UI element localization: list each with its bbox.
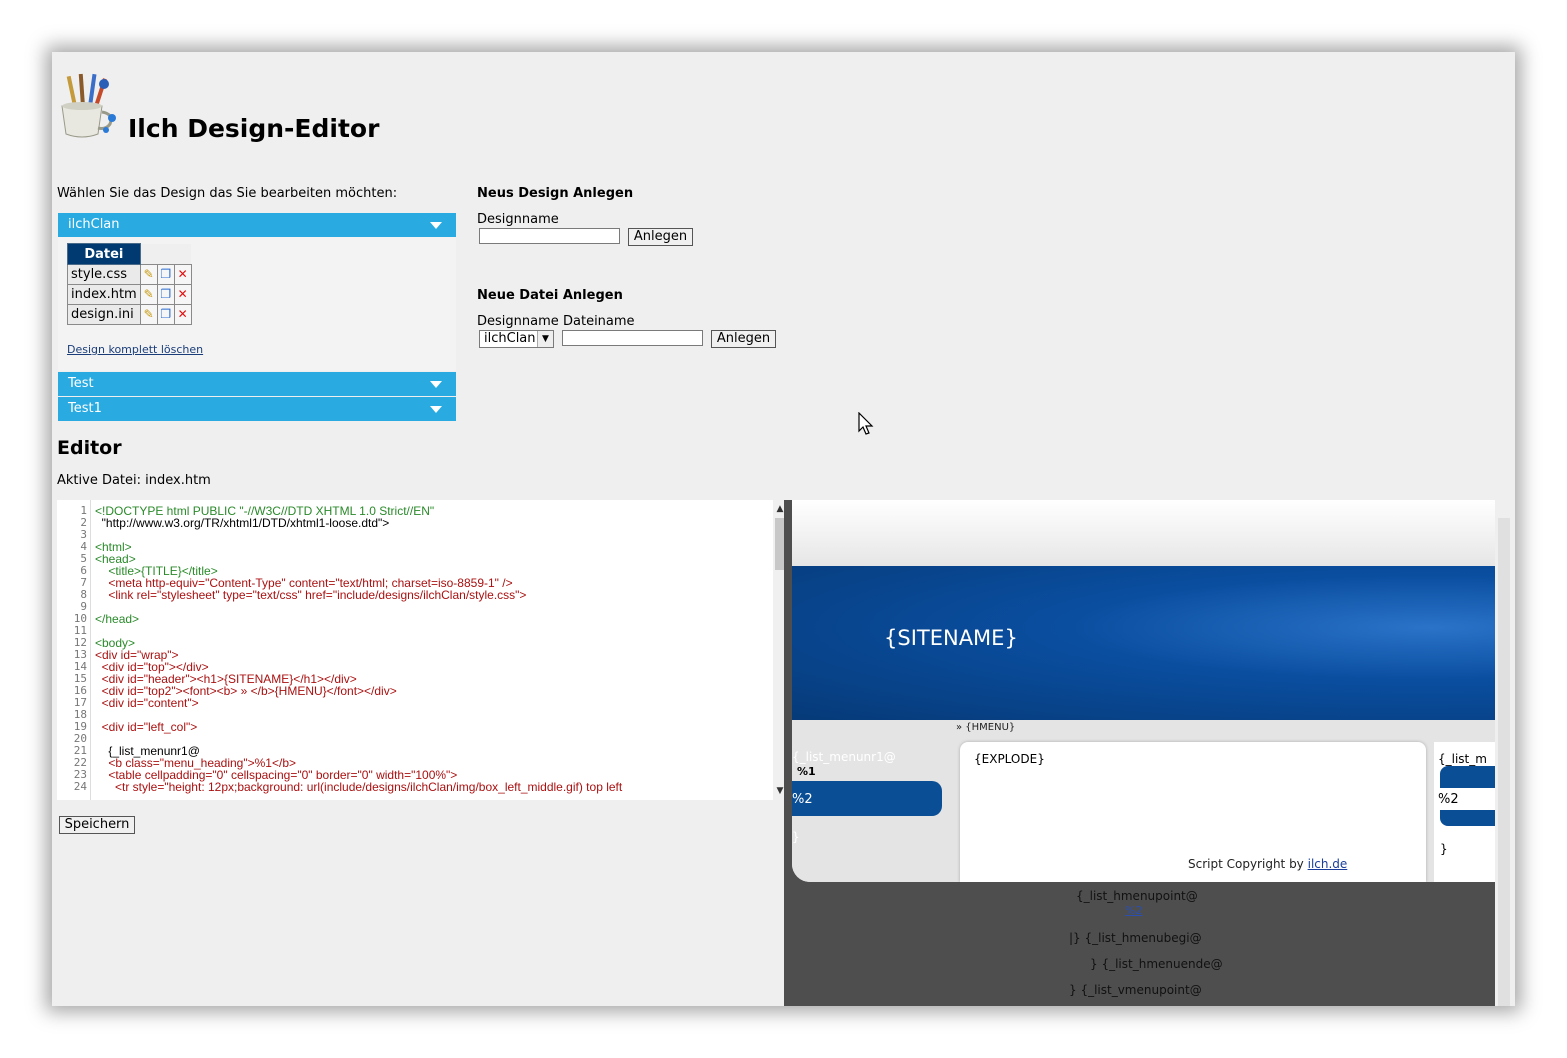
line-number-gutter: 1 2 3 4 5 6 7 8 9 10 11 12 13 14 15 16 17 18 19 20 21 22 23 24 (57, 505, 87, 793)
code-line[interactable]: <link rel="stylesheet" type="text/css" h… (95, 589, 765, 601)
code-line[interactable]: <div id="content"> (95, 697, 765, 709)
file-name: style.css (67, 264, 141, 285)
edit-pencil-icon[interactable]: ✎ (139, 284, 158, 305)
code-line[interactable]: <tr style="height: 12px;background: url(… (95, 781, 765, 793)
mouse-pointer-icon (858, 412, 874, 435)
code-line[interactable]: <body> (95, 637, 765, 649)
preview-left-menu-text: {_list_menunr1@ (792, 750, 896, 764)
code-line[interactable]: <html> (95, 541, 765, 553)
scrollbar-thumb[interactable] (775, 518, 784, 570)
preview-hmenu: » {HMENU} (956, 722, 1016, 733)
copy-icon[interactable]: ❐ (156, 284, 175, 305)
file-name: index.htm (67, 284, 141, 305)
new-file-design-label: Designname (477, 314, 559, 329)
edit-pencil-icon[interactable]: ✎ (139, 304, 158, 325)
preview-right-bar (1440, 766, 1495, 788)
code-line[interactable] (95, 529, 765, 541)
new-file-name-input[interactable] (562, 330, 703, 346)
preview-scrollbar[interactable] (1495, 500, 1515, 1006)
edit-pencil-icon[interactable]: ✎ (139, 264, 158, 285)
preview-left-brace: } (792, 830, 800, 844)
delete-x-icon[interactable]: ✕ (173, 264, 192, 285)
code-scrollbar[interactable]: ▲ ▼ (773, 500, 784, 800)
preview-right-menu-text: {_list_m (1438, 752, 1487, 766)
preview-dark-text: } {_list_hmenuende@ (1090, 957, 1223, 971)
preview-right-brace: } (1440, 842, 1448, 856)
delete-x-icon[interactable]: ✕ (173, 304, 192, 325)
code-lines[interactable]: <!DOCTYPE html PUBLIC "-//W3C//DTD XHTML… (95, 505, 765, 793)
triangle-down-icon (430, 222, 442, 229)
accordion-panel-ilchclan: Datei style.css ✎ ❐ ✕ index.htm ✎ ❐ ✕ de… (58, 237, 456, 371)
select-value: ilchClan (484, 331, 536, 346)
new-design-name-input[interactable] (479, 228, 620, 244)
code-editor[interactable]: 1 2 3 4 5 6 7 8 9 10 11 12 13 14 15 16 17 18 19 20 21 22 23 24 … (57, 500, 784, 800)
accordion-label: Test (68, 376, 94, 391)
preview-copyright-link[interactable]: ilch.de (1308, 857, 1348, 871)
create-design-button[interactable]: Anlegen (628, 228, 693, 246)
preview-right-bar (1440, 810, 1495, 826)
preview-dark-text: } {_list_vmenupoint@ (1069, 983, 1202, 997)
design-choose-label: Wählen Sie das Design das Sie bearbeiten… (57, 186, 398, 201)
preview-left-menu-item-label: %2 (792, 792, 813, 807)
table-row: design.ini ✎ ❐ ✕ (67, 304, 192, 325)
copy-icon[interactable]: ❐ (156, 264, 175, 285)
preview-left-menu-heading: %1 (797, 765, 816, 778)
new-file-title: Neue Datei Anlegen (477, 288, 623, 303)
preview-scroll-track[interactable] (1498, 518, 1510, 1006)
create-file-button[interactable]: Anlegen (711, 330, 776, 348)
table-row: style.css ✎ ❐ ✕ (67, 264, 192, 285)
preview-left-menu-item: %2 (792, 781, 942, 816)
line-number: 24 (73, 780, 87, 793)
code-line[interactable]: "http://www.w3.org/TR/xhtml1/DTD/xhtml1-… (95, 517, 765, 529)
triangle-down-icon (430, 406, 442, 413)
active-file-label: Aktive Datei: index.htm (57, 473, 211, 488)
editor-title: Editor (57, 437, 122, 459)
preview-right-box: {_list_m %2 } (1434, 742, 1495, 882)
preview-dark-text: |} {_list_hmenubegi@ (1069, 931, 1202, 945)
gutter-divider (90, 500, 91, 800)
new-file-name-label: Dateiname (563, 314, 635, 329)
copy-icon[interactable]: ❐ (156, 304, 175, 325)
accordion-label: Test1 (68, 401, 102, 416)
preview-copyright-text: Script Copyright by (1188, 857, 1308, 871)
preview-right-menu-item: %2 (1438, 792, 1459, 807)
new-file-design-select[interactable]: ilchClan ▼ (479, 330, 554, 348)
code-line[interactable]: <div id="left_col"> (95, 721, 765, 733)
preview-explode: {EXPLODE} (974, 752, 1045, 766)
preview-copyright: Script Copyright by ilch.de (1188, 857, 1347, 871)
scroll-down-icon[interactable]: ▼ (773, 784, 784, 798)
preview-page-frame: {SITENAME} » {HMENU} {_list_menunr1@ %1 … (792, 500, 1495, 882)
file-table-header-spacer (140, 243, 192, 265)
file-table: Datei style.css ✎ ❐ ✕ index.htm ✎ ❐ ✕ de… (67, 243, 192, 325)
preview-dark-link[interactable]: %2 (1125, 904, 1142, 917)
code-line[interactable]: </head> (95, 613, 765, 625)
file-table-header: Datei (67, 243, 141, 265)
scroll-up-icon[interactable]: ▲ (773, 502, 784, 516)
delete-x-icon[interactable]: ✕ (173, 284, 192, 305)
app-window: Ilch Design-Editor Wählen Sie das Design… (52, 52, 1515, 1006)
page-title: Ilch Design-Editor (128, 114, 380, 143)
delete-design-link[interactable]: Design komplett löschen (67, 343, 203, 356)
accordion-design-ilchclan[interactable]: ilchClan (58, 213, 456, 237)
code-line[interactable] (95, 601, 765, 613)
table-row: index.htm ✎ ❐ ✕ (67, 284, 192, 305)
chevron-down-icon: ▼ (537, 331, 553, 347)
accordion-design-test[interactable]: Test (58, 372, 456, 396)
paint-brushes-cup-icon (61, 73, 116, 138)
new-design-title: Neus Design Anlegen (477, 186, 634, 201)
accordion-label: ilchClan (68, 217, 120, 232)
accordion-design-test1[interactable]: Test1 (58, 397, 456, 421)
triangle-down-icon (430, 381, 442, 388)
design-preview: {SITENAME} » {HMENU} {_list_menunr1@ %1 … (784, 500, 1495, 1006)
preview-dark-text: {_list_hmenupoint@ (1076, 889, 1198, 903)
code-line[interactable] (95, 625, 765, 637)
preview-top-bar (792, 500, 1495, 567)
preview-sitename: {SITENAME} (884, 626, 1018, 650)
save-button[interactable]: Speichern (59, 816, 135, 834)
new-design-name-label: Designname (477, 212, 559, 227)
file-name: design.ini (67, 304, 141, 325)
